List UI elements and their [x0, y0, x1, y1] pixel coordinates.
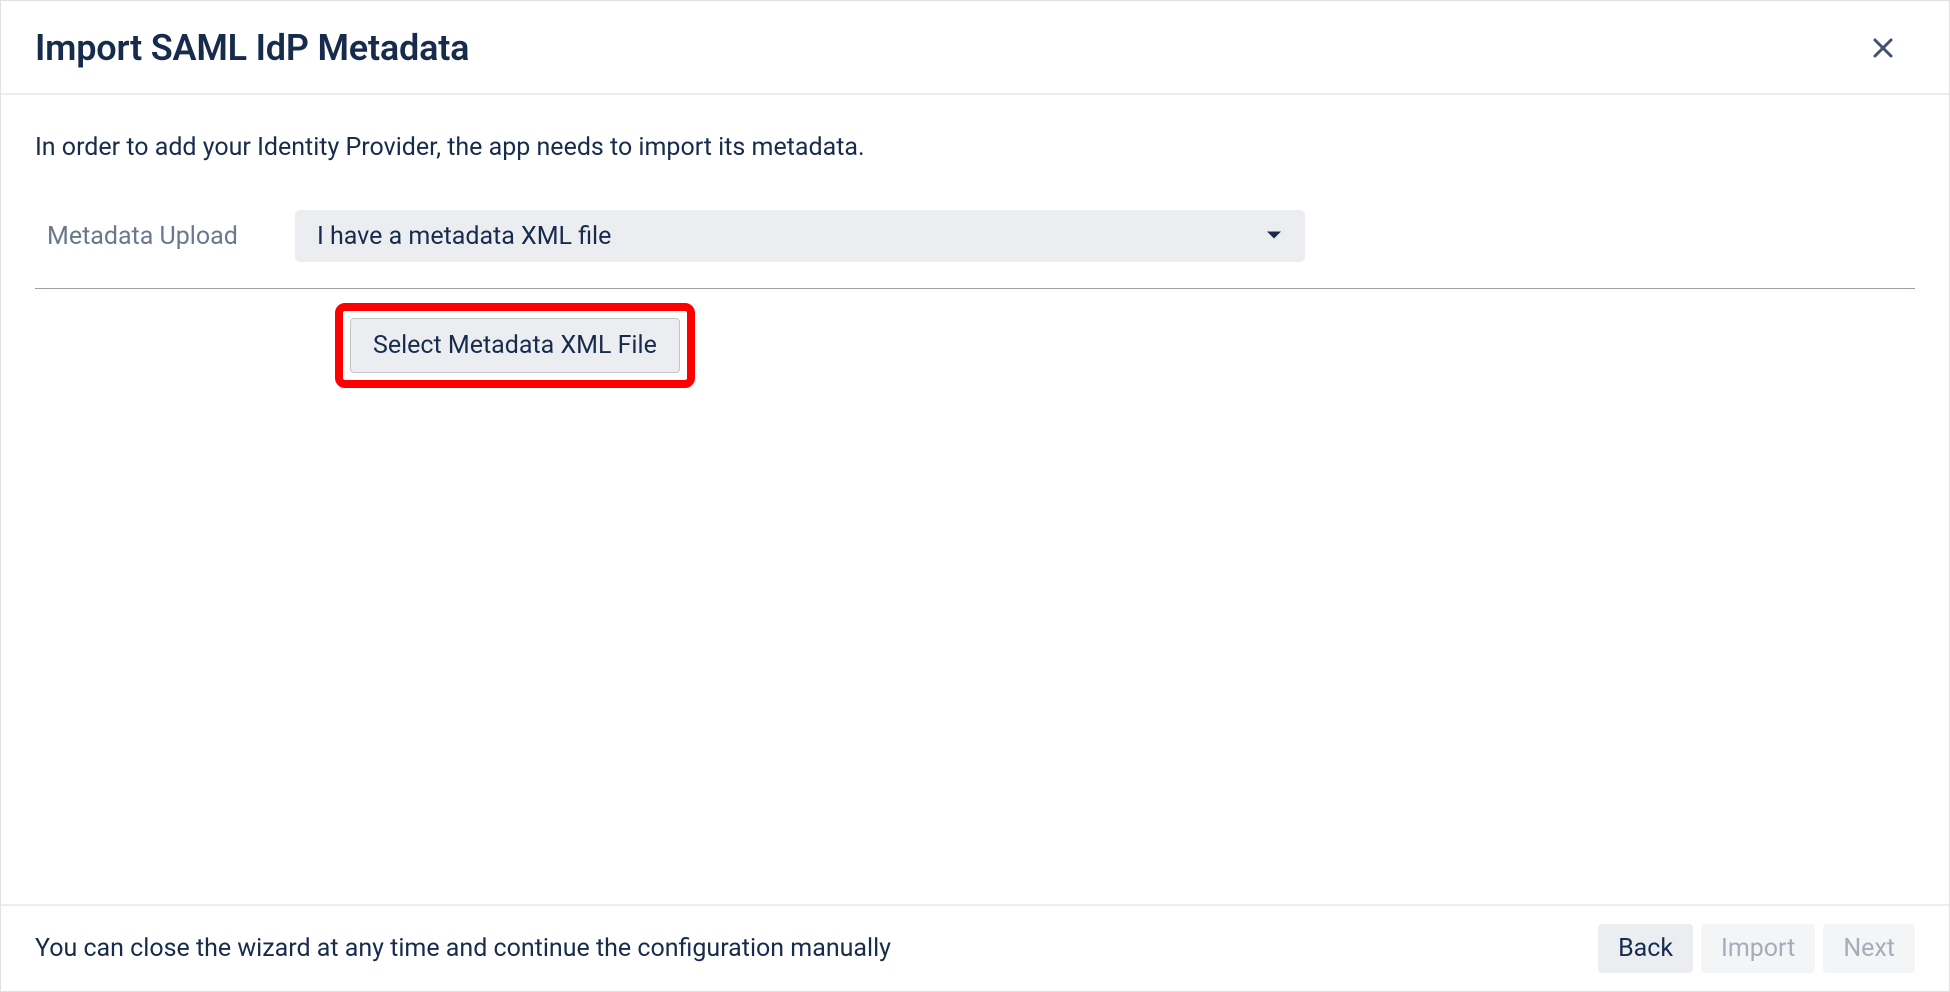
- footer-hint: You can close the wizard at any time and…: [35, 934, 891, 963]
- footer-buttons: Back Import Next: [1598, 924, 1915, 973]
- metadata-upload-row: Metadata Upload I have a metadata XML fi…: [35, 210, 1915, 289]
- select-metadata-file-button[interactable]: Select Metadata XML File: [350, 318, 680, 373]
- metadata-upload-select[interactable]: I have a metadata XML file: [295, 210, 1305, 262]
- file-select-row: Select Metadata XML File: [35, 303, 1915, 388]
- next-button[interactable]: Next: [1823, 924, 1915, 973]
- import-button[interactable]: Import: [1701, 924, 1815, 973]
- metadata-upload-select-wrap: I have a metadata XML file: [295, 210, 1305, 262]
- metadata-upload-label: Metadata Upload: [35, 222, 255, 251]
- dialog-header: Import SAML IdP Metadata: [1, 1, 1949, 95]
- dialog-footer: You can close the wizard at any time and…: [1, 904, 1949, 991]
- back-button[interactable]: Back: [1598, 924, 1693, 973]
- dialog-title: Import SAML IdP Metadata: [35, 27, 469, 69]
- dialog-body: In order to add your Identity Provider, …: [1, 95, 1949, 904]
- highlight-frame: Select Metadata XML File: [335, 303, 695, 388]
- close-icon[interactable]: [1867, 32, 1899, 64]
- intro-text: In order to add your Identity Provider, …: [35, 133, 1915, 162]
- import-saml-idp-dialog: Import SAML IdP Metadata In order to add…: [0, 0, 1950, 992]
- metadata-upload-selected-text: I have a metadata XML file: [317, 222, 611, 251]
